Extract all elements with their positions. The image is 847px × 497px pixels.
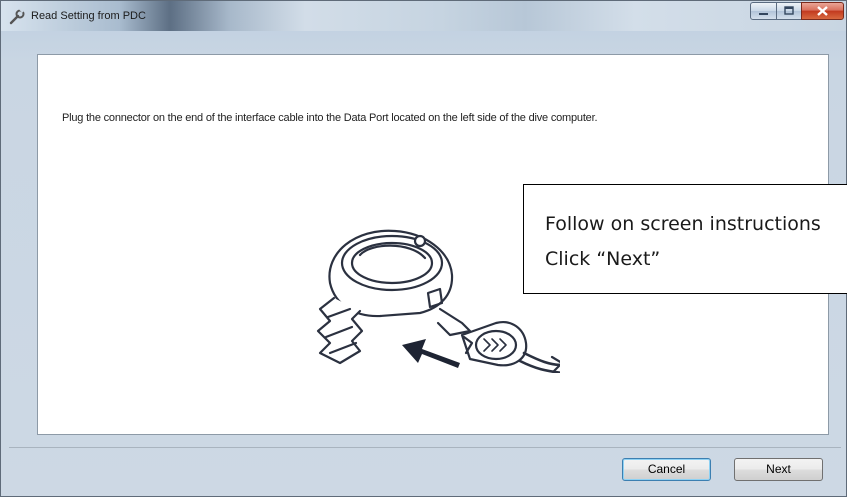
window-title: Read Setting from PDC bbox=[31, 10, 146, 22]
maximize-button[interactable] bbox=[776, 2, 802, 20]
minimize-button[interactable] bbox=[750, 2, 777, 20]
next-button[interactable]: Next bbox=[734, 458, 823, 481]
caption-buttons bbox=[750, 2, 844, 22]
cancel-button[interactable]: Cancel bbox=[622, 458, 711, 481]
dialog-window: Read Setting from PDC Plug the connector… bbox=[0, 0, 847, 497]
close-button[interactable] bbox=[801, 2, 844, 20]
maximize-icon bbox=[784, 6, 794, 15]
close-icon bbox=[817, 6, 828, 16]
wrench-icon bbox=[9, 8, 25, 25]
instruction-callout: Follow on screen instructions Click “Nex… bbox=[523, 184, 847, 294]
callout-line-1: Follow on screen instructions bbox=[545, 213, 821, 235]
dive-computer-illustration bbox=[316, 229, 560, 373]
title-bar[interactable]: Read Setting from PDC bbox=[1, 1, 846, 31]
footer-divider bbox=[9, 447, 841, 448]
minimize-icon bbox=[759, 13, 768, 15]
instruction-text: Plug the connector on the end of the int… bbox=[62, 112, 598, 124]
callout-line-2: Click “Next” bbox=[545, 248, 661, 270]
